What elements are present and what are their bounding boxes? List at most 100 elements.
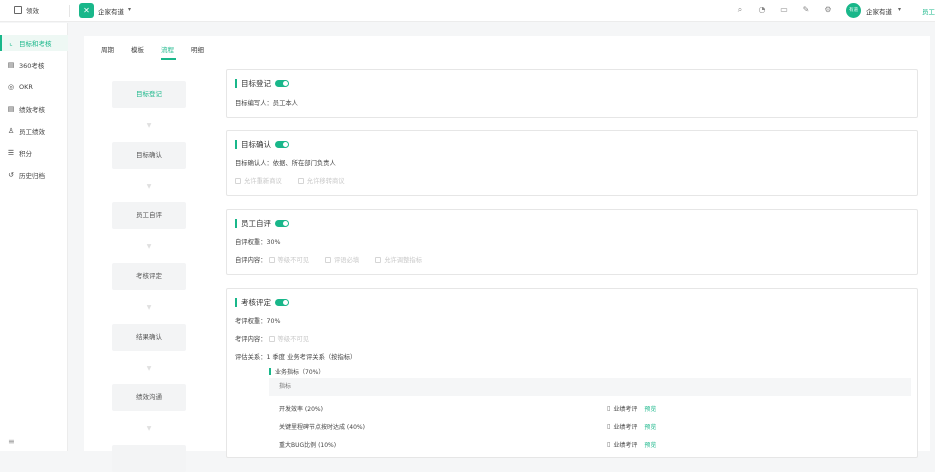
- card-title-text: 目标确认: [241, 139, 271, 149]
- option-comment-required[interactable]: 评语必填: [325, 257, 359, 264]
- tab-cycle[interactable]: 周期: [101, 44, 114, 54]
- step-goal-confirm[interactable]: 目标确认: [112, 142, 186, 169]
- review-content: 考评内容： 等级不可见: [235, 336, 309, 343]
- indicator-group: 业务指标（70%）: [269, 364, 324, 378]
- avatar[interactable]: 有道: [846, 3, 861, 18]
- tab-process[interactable]: 流程: [161, 44, 174, 54]
- table-row: 开发效率 (20%): [279, 406, 323, 413]
- sidebar-item-label: 目标和考核: [19, 40, 52, 48]
- sidebar-item-staff-performance[interactable]: ♙ 员工绩效: [0, 123, 68, 139]
- user-icon: ♙: [7, 127, 15, 135]
- app-grid-icon: [14, 6, 22, 14]
- gear-icon[interactable]: ⚙: [823, 5, 833, 15]
- step-next[interactable]: [112, 445, 186, 472]
- step-result-confirm[interactable]: 结果确认: [112, 324, 186, 351]
- checkbox[interactable]: [268, 257, 275, 263]
- goal-confirmer: 目标确认人：依据、所在部门负责人: [235, 160, 336, 167]
- preview-link[interactable]: 预览: [644, 422, 656, 431]
- enable-toggle[interactable]: [275, 140, 289, 148]
- step-assessment[interactable]: 考核评定: [112, 263, 186, 290]
- edit-icon[interactable]: ✎: [801, 5, 811, 15]
- indicator-table: 业务指标（70%） 指标 开发效率 (20%) ▯ 业绩考评 预览 关键里程碑节…: [269, 364, 911, 449]
- accent-bar: [235, 218, 237, 228]
- sidebar-item-label: 历史归档: [19, 172, 45, 180]
- arrow-down-icon: ▼: [146, 183, 152, 190]
- checkbox[interactable]: [297, 178, 304, 184]
- option-grade-hidden[interactable]: 等级不可见: [268, 257, 309, 264]
- enable-toggle[interactable]: [275, 219, 289, 227]
- tab-detail[interactable]: 明细: [191, 44, 204, 54]
- checkbox[interactable]: [235, 178, 241, 184]
- user-name[interactable]: 企家有道: [866, 6, 892, 16]
- sidebar-item-label: 360考核: [19, 62, 45, 70]
- card-title: 员工自评: [235, 218, 289, 228]
- card-title-text: 目标登记: [241, 78, 271, 88]
- option-transfer[interactable]: 允许移转商议: [297, 178, 345, 185]
- arrow-down-icon: ▼: [146, 425, 152, 432]
- enable-toggle[interactable]: [275, 79, 289, 87]
- option-grade-hidden[interactable]: 等级不可见: [268, 336, 309, 343]
- card-title-text: 员工自评: [241, 218, 271, 228]
- accent-bar: [235, 78, 237, 88]
- step-goal-register[interactable]: 目标登记: [112, 81, 186, 108]
- inbox-icon[interactable]: ▭: [779, 5, 789, 15]
- company-logo-icon: ✕: [79, 3, 94, 18]
- step-communication[interactable]: 绩效沟通: [112, 384, 186, 411]
- sidebar-item-history[interactable]: ↺ 历史归档: [0, 167, 68, 183]
- checkbox[interactable]: [325, 257, 331, 263]
- option-renegotiate[interactable]: 允许重新商议: [235, 178, 282, 185]
- sidebar: ⌞ 目标和考核 ▤ 360考核 ◎ OKR ▤ 绩效考核 ♙ 员工绩效 ☰ 积分…: [0, 23, 68, 451]
- step-self-review[interactable]: 员工自评: [112, 202, 186, 229]
- sidebar-item-performance[interactable]: ▤ 绩效考核: [0, 101, 68, 117]
- home-link[interactable]: 领效: [14, 5, 39, 15]
- document-icon: ▯: [607, 405, 611, 412]
- accent-bar: [269, 367, 271, 375]
- list-icon: ▤: [7, 105, 15, 113]
- main-panel: 周期 模板 流程 明细 目标登记 ▼ 目标确认 ▼ 员工自评 ▼ 考核评定 ▼ …: [84, 36, 930, 472]
- review-relation: 评估关系：1 季度 业务考评关系（按指标）: [235, 354, 357, 361]
- table-row: 重大BUG比例 (10%): [279, 442, 337, 449]
- checkbox[interactable]: [268, 336, 275, 342]
- sidebar-item-goals[interactable]: ⌞ 目标和考核: [0, 35, 68, 51]
- arrow-down-icon: ▼: [146, 122, 152, 129]
- home-label: 领效: [26, 7, 39, 15]
- card-title: 目标确认: [235, 139, 289, 149]
- top-bar: 领效 ✕ 企家有道 ▾ ⌕ ◔ ▭ ✎ ⚙ 有道 企家有道 ▾ 员工: [0, 0, 935, 22]
- row-actions: ▯ 业绩考评 预览: [607, 404, 657, 413]
- self-content: 自评内容： 等级不可见 评语必填 允许调整指标: [235, 257, 422, 264]
- chevron-down-icon[interactable]: ▾: [128, 6, 131, 13]
- accent-bar: [235, 297, 237, 307]
- preview-link[interactable]: 预览: [644, 440, 656, 449]
- collapse-menu-icon[interactable]: ≡: [8, 437, 15, 446]
- database-icon: ☰: [7, 149, 15, 157]
- chart-line-icon: ⌞: [9, 39, 13, 47]
- row-actions: ▯ 业绩考评 预览: [607, 440, 657, 449]
- sidebar-item-label: 员工绩效: [19, 128, 45, 136]
- option-adjust-indicator[interactable]: 允许调整指标: [375, 257, 422, 264]
- document-icon: ▯: [607, 423, 611, 430]
- bell-icon[interactable]: ◔: [757, 5, 767, 15]
- card-goal-confirm: 目标确认 目标确认人：依据、所在部门负责人 允许重新商议 允许移转商议: [226, 130, 918, 196]
- card-title: 考核评定: [235, 297, 289, 307]
- checkbox[interactable]: [375, 257, 382, 263]
- enable-toggle[interactable]: [275, 298, 289, 306]
- tab-bar: 周期 模板 流程 明细: [84, 36, 930, 60]
- card-self-review: 员工自评 自评权重：30% 自评内容： 等级不可见 评语必填 允许调整指标: [226, 209, 918, 275]
- goal-editor: 目标编写人：员工本人: [235, 100, 298, 107]
- staff-link[interactable]: 员工: [922, 6, 935, 16]
- sidebar-item-points[interactable]: ☰ 积分: [0, 145, 68, 161]
- arrow-down-icon: ▼: [146, 243, 152, 250]
- tab-template[interactable]: 模板: [131, 44, 144, 54]
- user-chevron-down-icon[interactable]: ▾: [898, 6, 901, 13]
- search-icon[interactable]: ⌕: [735, 5, 745, 15]
- document-icon: ▯: [607, 441, 611, 448]
- table-row: 关键里程碑节点按时达成 (40%): [279, 424, 365, 431]
- sidebar-item-okr[interactable]: ◎ OKR: [0, 79, 68, 95]
- company-switcher[interactable]: 企家有道: [98, 6, 124, 16]
- sidebar-item-label: 绩效考核: [19, 106, 45, 114]
- divider: [69, 5, 70, 17]
- review-weight: 考评权重：70%: [235, 318, 281, 325]
- sidebar-item-360[interactable]: ▤ 360考核: [0, 57, 68, 73]
- accent-bar: [235, 139, 237, 149]
- preview-link[interactable]: 预览: [644, 404, 656, 413]
